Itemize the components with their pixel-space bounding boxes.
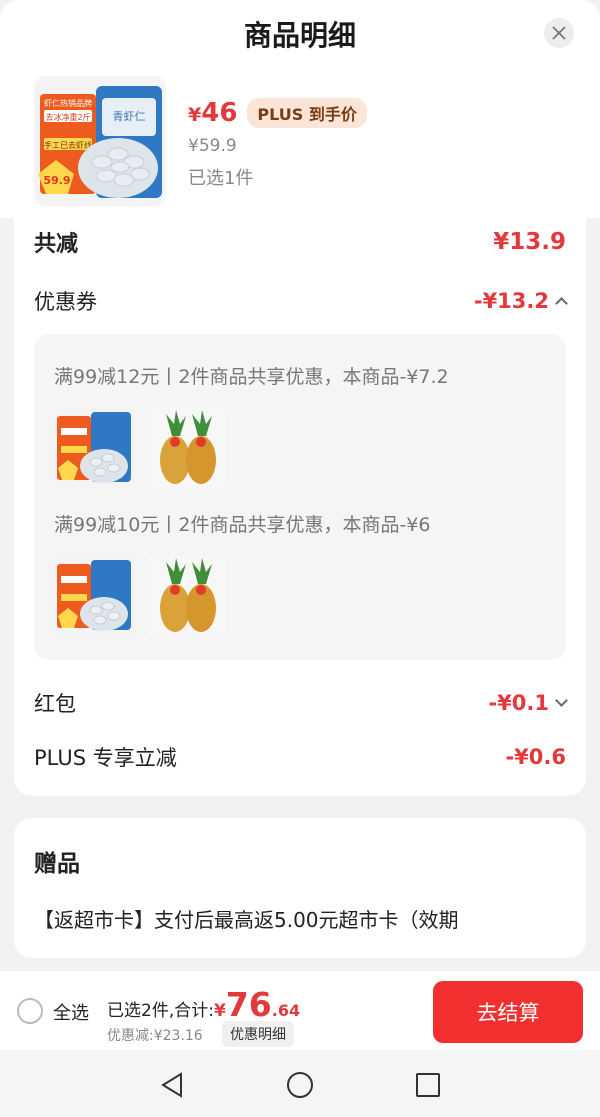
current-price: ¥46 <box>188 98 238 128</box>
total-currency: ¥ <box>213 1001 226 1021</box>
price-line: ¥46 PLUS 到手价 <box>188 98 367 128</box>
svg-text:手工已去虾线: 手工已去虾线 <box>44 140 92 150</box>
back-nav-button[interactable] <box>157 1070 187 1100</box>
coupon-item-pineapple-image[interactable] <box>146 408 226 488</box>
coupon-details: 满99减12元丨2件商品共享优惠，本商品-¥7.2 满99减10元丨2件商品共享… <box>34 334 566 660</box>
page-title: 商品明细 <box>243 19 356 52</box>
redpacket-row[interactable]: 红包 -¥0.1 <box>34 688 568 718</box>
coupon-item-shrimp-image[interactable] <box>54 408 134 488</box>
recents-square-icon <box>416 1073 440 1097</box>
original-price: ¥59.9 <box>188 136 237 156</box>
gift-title: 赠品 <box>34 851 80 877</box>
close-button[interactable] <box>544 18 574 48</box>
coupon-row[interactable]: 优惠券 -¥13.2 <box>34 286 568 316</box>
close-icon <box>552 26 566 40</box>
detail-sheet: 商品明细 青虾仁 虾仁热销品牌 去冰净重2斤 手工已去虾线 59.9 ¥46 P… <box>0 0 600 970</box>
discount-card: 共减 ¥13.9 优惠券 -¥13.2 满99减12元丨2件商品共享优惠，本商品… <box>14 218 586 796</box>
checkout-bar: 全选 已选2件,合计: ¥ 76 .64 优惠减:¥23.16 优惠明细 去结算 <box>0 970 600 1050</box>
plus-price-tag: PLUS 到手价 <box>247 98 367 128</box>
redpacket-label: 红包 <box>34 692 76 716</box>
total-integer: 76 <box>225 985 272 1024</box>
total-decimal: .64 <box>271 1001 301 1020</box>
discount-detail-button[interactable]: 优惠明细 <box>222 1021 294 1047</box>
coupon-value: -¥13.2 <box>474 289 568 313</box>
coupon-item-pineapple-image[interactable] <box>146 556 226 636</box>
system-nav-bar <box>0 1050 600 1117</box>
checkout-button[interactable]: 去结算 <box>433 981 583 1043</box>
sheet-header: 商品明细 <box>0 0 600 70</box>
select-all-checkbox[interactable] <box>17 998 43 1024</box>
redpacket-value: -¥0.1 <box>488 691 568 715</box>
selected-quantity: 已选1件 <box>188 168 254 189</box>
product-summary: 青虾仁 虾仁热销品牌 去冰净重2斤 手工已去虾线 59.9 ¥46 PLUS 到… <box>0 70 600 218</box>
coupon-item-shrimp-image[interactable] <box>54 556 134 636</box>
coupon-rule-1: 满99减12元丨2件商品共享优惠，本商品-¥7.2 <box>54 366 449 388</box>
svg-text:59.9: 59.9 <box>43 174 70 187</box>
chevron-up-icon <box>555 297 568 310</box>
svg-text:虾仁热销品牌: 虾仁热销品牌 <box>44 98 92 108</box>
summary-label: 已选2件,合计: <box>107 1001 214 1021</box>
gift-description: 【返超市卡】支付后最高返5.00元超市卡（效期 <box>34 908 459 932</box>
gift-card: 赠品 【返超市卡】支付后最高返5.00元超市卡（效期 <box>14 818 586 958</box>
chevron-down-icon <box>555 694 568 707</box>
recents-nav-button[interactable] <box>413 1070 443 1100</box>
plus-discount-label: PLUS 专享立减 <box>34 746 177 770</box>
product-image[interactable]: 青虾仁 虾仁热销品牌 去冰净重2斤 手工已去虾线 59.9 <box>34 76 166 206</box>
back-triangle-icon <box>161 1072 182 1098</box>
svg-text:去冰净重2斤: 去冰净重2斤 <box>45 112 90 122</box>
svg-text:青虾仁: 青虾仁 <box>113 110 146 123</box>
total-discount-row: 共减 ¥13.9 <box>34 226 566 258</box>
coupon-label: 优惠券 <box>34 290 97 314</box>
plus-discount-value: -¥0.6 <box>505 745 566 769</box>
home-nav-button[interactable] <box>285 1070 315 1100</box>
saved-amount: 优惠减:¥23.16 <box>107 1028 203 1044</box>
order-total: 已选2件,合计: ¥ 76 .64 <box>107 985 300 1024</box>
total-discount-value: ¥13.9 <box>493 229 566 255</box>
plus-discount-row: PLUS 专享立减 -¥0.6 <box>34 742 566 772</box>
home-circle-icon <box>287 1072 313 1098</box>
coupon-rule-2: 满99减10元丨2件商品共享优惠，本商品-¥6 <box>54 514 431 536</box>
select-all-label[interactable]: 全选 <box>53 999 89 1025</box>
total-discount-label: 共减 <box>34 232 79 257</box>
